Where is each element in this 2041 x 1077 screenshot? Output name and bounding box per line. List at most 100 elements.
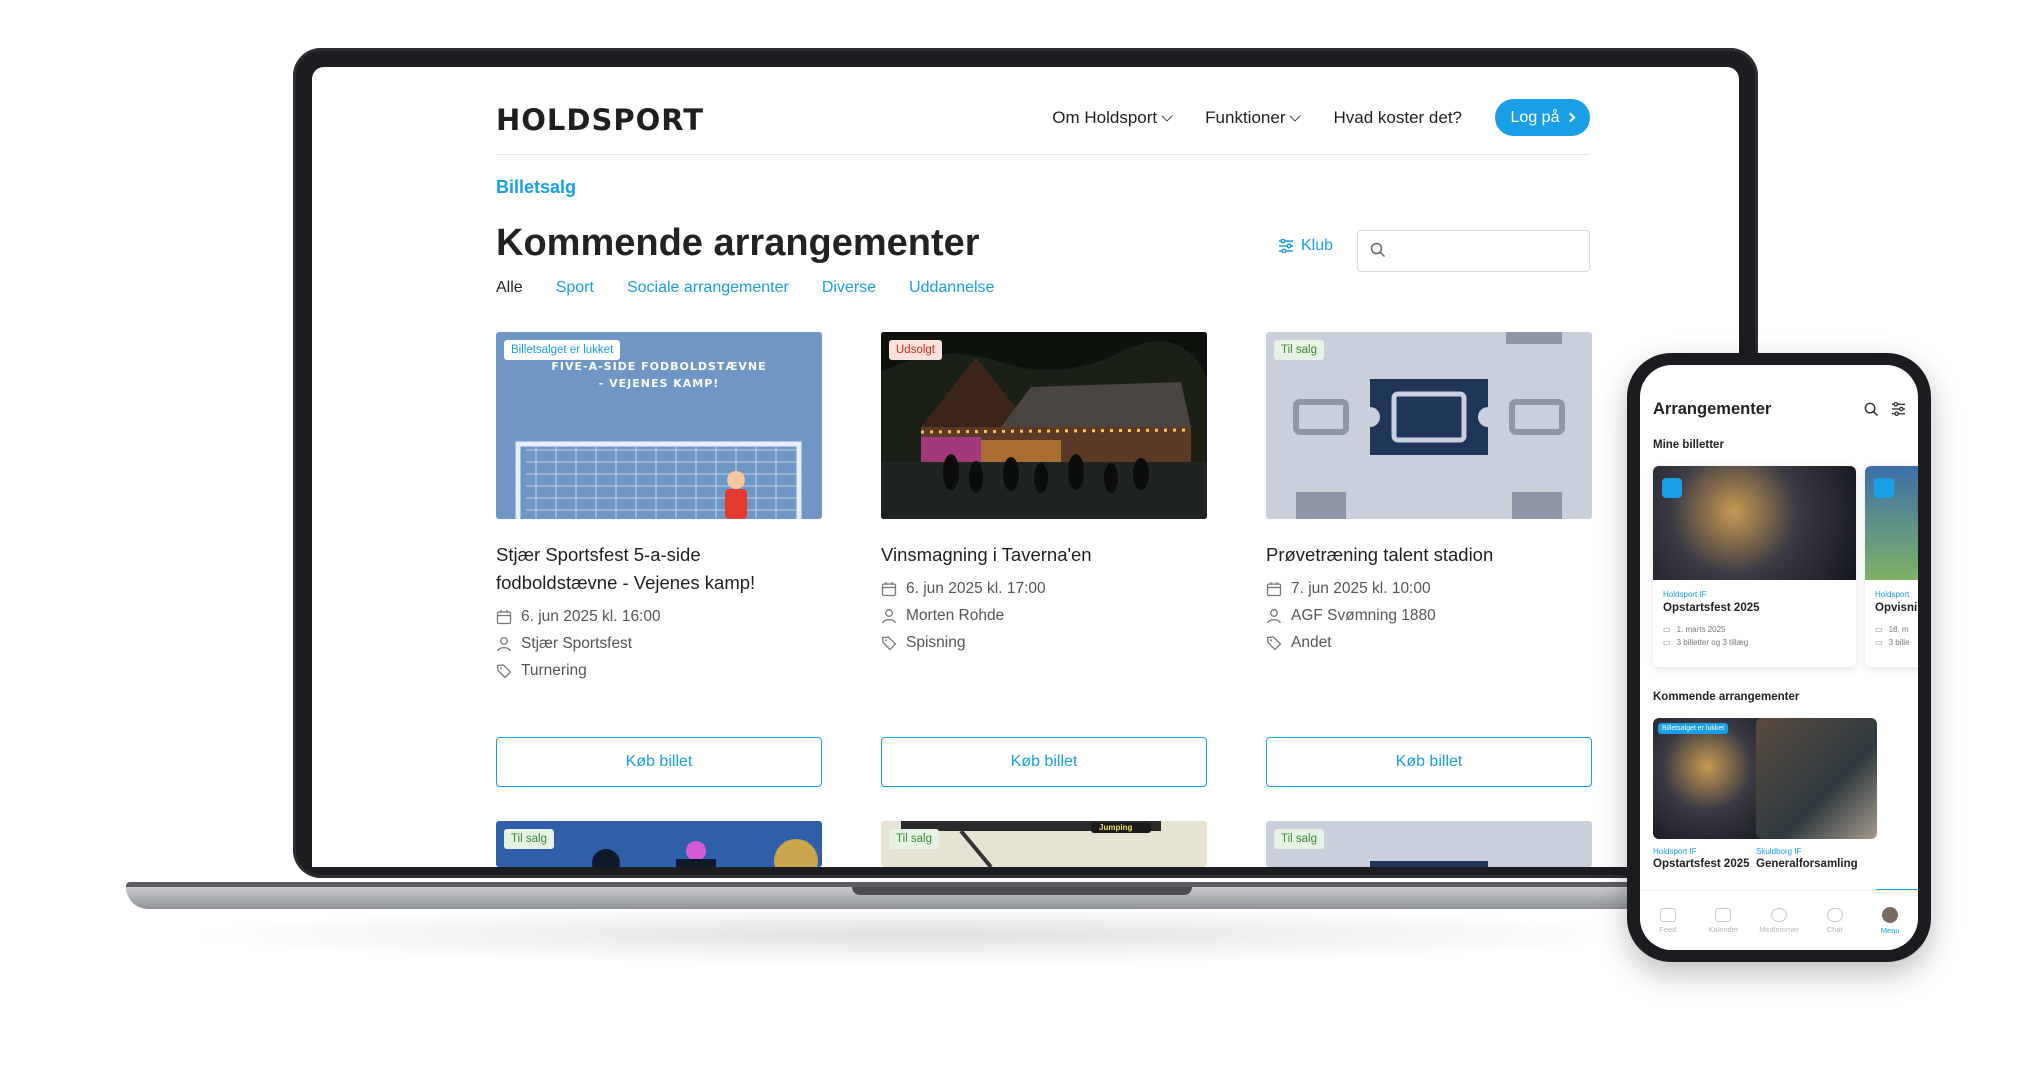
event-title[interactable]: Prøvetræning talent stadion [1266, 541, 1592, 569]
event-card[interactable]: FIVE-A-SIDE FODBOLDSTÆVNE - VEJENES KAMP… [496, 332, 822, 787]
image-headline-line: FIVE-A-SIDE FODBOLDSTÆVNE [551, 360, 767, 373]
nav-item-label: Hvad koster det? [1333, 108, 1462, 127]
search-input[interactable] [1396, 239, 1581, 263]
calendar-icon [496, 609, 512, 624]
buy-ticket-button[interactable]: Køb billet [1266, 737, 1592, 787]
tab-feed[interactable]: Feed [1640, 891, 1696, 950]
buy-ticket-button[interactable]: Køb billet [496, 737, 822, 787]
event-organizer: Stjær Sportsfest [521, 634, 633, 652]
event-date-row: 6. jun 2025 kl. 17:00 [881, 575, 1207, 602]
tab-diverse[interactable]: Diverse [822, 279, 876, 297]
my-tickets-heading: Mine billetter [1653, 439, 1724, 451]
event-meta: 6. jun 2025 kl. 16:00 Stjær Sportsfest T… [496, 603, 822, 684]
tab-sociale-arrangementer[interactable]: Sociale arrangementer [627, 279, 789, 297]
login-button[interactable]: Log på [1495, 99, 1590, 136]
calendar-icon [881, 581, 897, 596]
event-image[interactable]: Til salg [1266, 332, 1592, 519]
sliders-icon [1279, 239, 1293, 253]
tab-chat[interactable]: Chat [1807, 891, 1863, 950]
users-icon [1770, 907, 1787, 922]
event-title[interactable]: Stjær Sportsfest 5-a-side fodboldstævne … [496, 541, 822, 597]
event-organizer: AGF Svømning 1880 [1291, 606, 1436, 624]
ticket-card[interactable]: Holdsport Opvisni ▭ 18. m ▭ 3 bille [1865, 466, 1918, 667]
ticket-name: Opvisni [1875, 602, 1918, 614]
tag-icon [1266, 635, 1282, 650]
event-image[interactable]: Udsolgt [881, 332, 1207, 519]
breadcrumb[interactable]: Billetsalg [496, 177, 576, 198]
ticket-count-row: ▭ 3 bille [1875, 638, 1909, 647]
search-field[interactable] [1357, 230, 1590, 272]
status-badge: Til salg [504, 829, 554, 849]
event-category-row: Turnering [496, 657, 822, 684]
ticket-date-row: ▭ 1. marts 2025 [1663, 625, 1725, 634]
status-badge: Til salg [1274, 340, 1324, 360]
sliders-icon[interactable] [1891, 402, 1906, 416]
club-filter-button[interactable]: Klub [1278, 237, 1333, 255]
search-icon [1370, 242, 1386, 258]
ticket-card[interactable]: Holdsport IF Opstartsfest 2025 ▭ 1. mart… [1653, 466, 1856, 667]
chat-icon [1826, 907, 1843, 922]
upcoming-event[interactable]: Skuldborg IF Generalforsamling [1756, 718, 1877, 870]
ticket-image [1653, 466, 1856, 580]
event-meta: 6. jun 2025 kl. 17:00 Morten Rohde Spisn… [881, 575, 1207, 656]
status-badge: Billetsalget er lukket [1658, 723, 1729, 734]
tab-uddannelse[interactable]: Uddannelse [909, 279, 994, 297]
event-card[interactable]: Jumping Til salg [881, 821, 1207, 867]
tab-label: Medlemmer [1759, 924, 1799, 934]
status-badge: Til salg [889, 829, 939, 849]
laptop-screen: HOLDSPORT Om Holdsport Funktioner Hvad k… [312, 67, 1739, 867]
event-card[interactable]: Til salg [1266, 821, 1592, 867]
avatar [1882, 906, 1899, 923]
upcoming-event-name: Generalforsamling [1756, 858, 1858, 870]
event-category-row: Spisning [881, 629, 1207, 656]
tag-icon [881, 635, 897, 650]
phone-tab-bar: Feed Kalender Medlemmer Chat Menu [1640, 890, 1918, 950]
ticket-icon: ▭ [1875, 638, 1883, 647]
nav-item-om-holdsport[interactable]: Om Holdsport [1052, 108, 1173, 128]
tab-label: Chat [1826, 924, 1843, 934]
tab-label: Kalender [1708, 924, 1739, 934]
laptop-notch [852, 887, 1192, 895]
event-image[interactable]: FIVE-A-SIDE FODBOLDSTÆVNE - VEJENES KAMP… [496, 332, 822, 519]
nav-links: Om Holdsport Funktioner Hvad koster det? [1052, 108, 1462, 128]
event-organizer-row: Morten Rohde [881, 602, 1207, 629]
user-icon [497, 636, 511, 651]
tag-icon [496, 663, 512, 678]
search-icon[interactable] [1864, 402, 1879, 417]
ticket-icon: ▭ [1663, 638, 1671, 647]
page-title: Kommende arrangementer [496, 222, 980, 264]
calendar-icon [1715, 907, 1732, 922]
event-card[interactable]: Til salg Prøvetræning talent stadion 7. … [1266, 332, 1592, 787]
ticket-date: 18. m [1888, 625, 1909, 634]
event-card[interactable]: Udsolgt Vinsmagning i Taverna'en 6. jun … [881, 332, 1207, 787]
tab-sport[interactable]: Sport [556, 279, 594, 297]
buy-ticket-button[interactable]: Køb billet [881, 737, 1207, 787]
ticket-date-row: ▭ 18. m [1875, 625, 1909, 634]
tab-medlemmer[interactable]: Medlemmer [1751, 891, 1807, 950]
event-category-row: Andet [1266, 629, 1592, 656]
event-date-row: 6. jun 2025 kl. 16:00 [496, 603, 822, 630]
event-title[interactable]: Vinsmagning i Taverna'en [881, 541, 1207, 569]
holdsport-logo[interactable]: HOLDSPORT [496, 103, 704, 137]
event-category: Turnering [521, 661, 587, 679]
event-organizer-row: AGF Svømning 1880 [1266, 602, 1592, 629]
login-label: Log på [1510, 108, 1560, 126]
ticket-icon [1874, 478, 1894, 498]
status-badge: Til salg [1274, 829, 1324, 849]
tab-kalender[interactable]: Kalender [1696, 891, 1752, 950]
nav-item-pricing[interactable]: Hvad koster det? [1333, 108, 1462, 128]
image-headline-line: - VEJENES KAMP! [598, 377, 720, 390]
chevron-down-icon [1161, 109, 1173, 122]
event-card[interactable]: Til salg [496, 821, 822, 867]
tab-alle[interactable]: Alle [496, 279, 523, 297]
upcoming-event-club: Skuldborg IF [1756, 847, 1802, 856]
ticket-count: 3 billetter og 3 tillæg [1676, 638, 1749, 647]
jumping-sign: Jumping [1099, 823, 1133, 832]
ticket-club: Holdsport [1875, 590, 1910, 599]
tab-menu[interactable]: Menu [1862, 891, 1918, 950]
calendar-icon: ▭ [1663, 625, 1671, 634]
upcoming-heading: Kommende arrangementer [1653, 691, 1800, 703]
tab-label: Menu [1880, 925, 1900, 935]
website: HOLDSPORT Om Holdsport Funktioner Hvad k… [496, 67, 1592, 867]
nav-item-funktioner[interactable]: Funktioner [1205, 108, 1302, 128]
